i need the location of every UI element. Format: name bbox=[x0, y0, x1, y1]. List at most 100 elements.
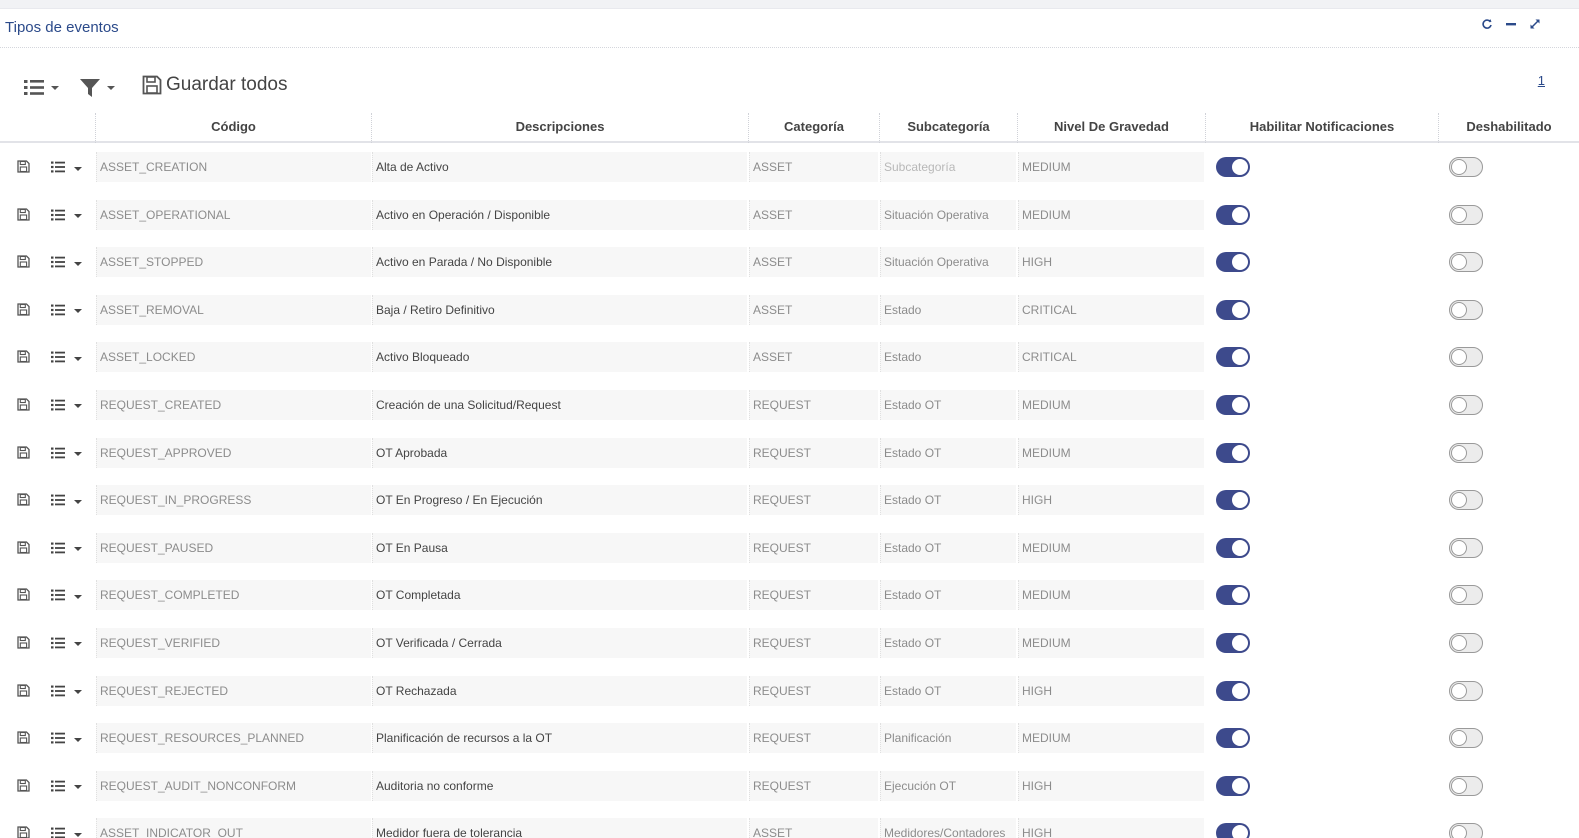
cell-description[interactable]: Activo Bloqueado bbox=[372, 342, 747, 373]
cell-severity[interactable]: HIGH bbox=[1018, 485, 1204, 516]
row-actions-menu[interactable] bbox=[51, 161, 82, 173]
expand-icon[interactable] bbox=[1529, 18, 1541, 32]
refresh-icon[interactable] bbox=[1481, 18, 1493, 32]
row-save-icon[interactable] bbox=[17, 398, 30, 416]
notifications-toggle[interactable] bbox=[1216, 394, 1250, 415]
cell-description[interactable]: Alta de Activo bbox=[372, 152, 747, 182]
cell-code[interactable]: REQUEST_REJECTED bbox=[96, 675, 371, 706]
notifications-toggle[interactable] bbox=[1216, 442, 1250, 463]
columns-menu-button[interactable] bbox=[24, 79, 59, 96]
row-actions-menu[interactable] bbox=[51, 637, 82, 649]
cell-code[interactable]: REQUEST_COMPLETED bbox=[96, 580, 371, 611]
page-link[interactable]: 1 bbox=[1538, 73, 1545, 88]
cell-subcategory[interactable]: Estado OT bbox=[880, 485, 1016, 516]
row-actions-menu[interactable] bbox=[51, 685, 82, 697]
disabled-toggle[interactable] bbox=[1449, 632, 1483, 653]
row-actions-menu[interactable] bbox=[51, 732, 82, 744]
notifications-toggle[interactable] bbox=[1216, 252, 1250, 273]
cell-severity[interactable]: MEDIUM bbox=[1018, 723, 1204, 754]
cell-subcategory[interactable]: Estado OT bbox=[880, 627, 1016, 658]
cell-severity[interactable]: MEDIUM bbox=[1018, 199, 1204, 230]
cell-subcategory[interactable]: Estado OT bbox=[880, 389, 1016, 420]
cell-category[interactable]: REQUEST bbox=[749, 532, 878, 563]
cell-subcategory[interactable]: Estado OT bbox=[880, 437, 1016, 468]
cell-code[interactable]: REQUEST_APPROVED bbox=[96, 437, 371, 468]
cell-severity[interactable]: MEDIUM bbox=[1018, 152, 1204, 182]
cell-description[interactable]: OT En Progreso / En Ejecución bbox=[372, 485, 747, 516]
cell-category[interactable]: REQUEST bbox=[749, 770, 878, 801]
cell-subcategory[interactable]: Situación Operativa bbox=[880, 199, 1016, 230]
cell-severity[interactable]: MEDIUM bbox=[1018, 532, 1204, 563]
cell-code[interactable]: ASSET_INDICATOR_OUT bbox=[96, 818, 371, 838]
cell-code[interactable]: ASSET_CREATION bbox=[96, 152, 371, 182]
disabled-toggle[interactable] bbox=[1449, 490, 1483, 511]
row-actions-menu[interactable] bbox=[51, 494, 82, 506]
disabled-toggle[interactable] bbox=[1449, 823, 1483, 838]
disabled-toggle[interactable] bbox=[1449, 252, 1483, 273]
cell-subcategory[interactable]: Estado OT bbox=[880, 532, 1016, 563]
cell-category[interactable]: REQUEST bbox=[749, 437, 878, 468]
disabled-toggle[interactable] bbox=[1449, 442, 1483, 463]
column-header-category[interactable]: Categoría bbox=[748, 113, 879, 143]
disabled-toggle[interactable] bbox=[1449, 775, 1483, 796]
row-actions-menu[interactable] bbox=[51, 780, 82, 792]
cell-category[interactable]: ASSET bbox=[749, 818, 878, 838]
cell-category[interactable]: ASSET bbox=[749, 152, 878, 182]
notifications-toggle[interactable] bbox=[1216, 632, 1250, 653]
row-save-icon[interactable] bbox=[17, 255, 30, 273]
cell-category[interactable]: REQUEST bbox=[749, 485, 878, 516]
notifications-toggle[interactable] bbox=[1216, 204, 1250, 225]
cell-description[interactable]: Planificación de recursos a la OT bbox=[372, 723, 747, 754]
cell-code[interactable]: REQUEST_PAUSED bbox=[96, 532, 371, 563]
cell-code[interactable]: REQUEST_RESOURCES_PLANNED bbox=[96, 723, 371, 754]
cell-code[interactable]: ASSET_OPERATIONAL bbox=[96, 199, 371, 230]
disabled-toggle[interactable] bbox=[1449, 347, 1483, 368]
disabled-toggle[interactable] bbox=[1449, 394, 1483, 415]
cell-severity[interactable]: MEDIUM bbox=[1018, 580, 1204, 611]
cell-category[interactable]: REQUEST bbox=[749, 627, 878, 658]
disabled-toggle[interactable] bbox=[1449, 537, 1483, 558]
row-actions-menu[interactable] bbox=[51, 447, 82, 459]
row-actions-menu[interactable] bbox=[51, 304, 82, 316]
column-header-notifications[interactable]: Habilitar Notificaciones bbox=[1205, 113, 1438, 143]
cell-severity[interactable]: CRITICAL bbox=[1018, 294, 1204, 325]
cell-category[interactable]: ASSET bbox=[749, 247, 878, 278]
cell-description[interactable]: OT En Pausa bbox=[372, 532, 747, 563]
disabled-toggle[interactable] bbox=[1449, 680, 1483, 701]
row-actions-menu[interactable] bbox=[51, 589, 82, 601]
cell-subcategory[interactable]: Estado OT bbox=[880, 580, 1016, 611]
cell-description[interactable]: Creación de una Solicitud/Request bbox=[372, 389, 747, 420]
save-all-button[interactable]: Guardar todos bbox=[142, 74, 287, 96]
filter-menu-button[interactable] bbox=[80, 78, 115, 98]
cell-description[interactable]: Baja / Retiro Definitivo bbox=[372, 294, 747, 325]
notifications-toggle[interactable] bbox=[1216, 728, 1250, 749]
cell-description[interactable]: Auditoria no conforme bbox=[372, 770, 747, 801]
cell-severity[interactable]: CRITICAL bbox=[1018, 342, 1204, 373]
row-save-icon[interactable] bbox=[17, 731, 30, 749]
cell-severity[interactable]: HIGH bbox=[1018, 675, 1204, 706]
disabled-toggle[interactable] bbox=[1449, 204, 1483, 225]
disabled-toggle[interactable] bbox=[1449, 157, 1483, 177]
cell-subcategory[interactable]: Planificación bbox=[880, 723, 1016, 754]
cell-code[interactable]: REQUEST_CREATED bbox=[96, 389, 371, 420]
notifications-toggle[interactable] bbox=[1216, 775, 1250, 796]
cell-subcategory[interactable]: Subcategoría bbox=[880, 152, 1016, 182]
cell-category[interactable]: ASSET bbox=[749, 199, 878, 230]
row-save-icon[interactable] bbox=[17, 826, 30, 838]
notifications-toggle[interactable] bbox=[1216, 157, 1250, 177]
cell-subcategory[interactable]: Medidores/Contadores bbox=[880, 818, 1016, 838]
cell-description[interactable]: OT Aprobada bbox=[372, 437, 747, 468]
cell-code[interactable]: ASSET_LOCKED bbox=[96, 342, 371, 373]
column-header-subcategory[interactable]: Subcategoría bbox=[879, 113, 1017, 143]
row-save-icon[interactable] bbox=[17, 588, 30, 606]
row-save-icon[interactable] bbox=[17, 683, 30, 702]
column-header-code[interactable]: Código bbox=[95, 113, 371, 143]
notifications-toggle[interactable] bbox=[1216, 680, 1250, 701]
cell-subcategory[interactable]: Estado bbox=[880, 294, 1016, 325]
disabled-toggle[interactable] bbox=[1449, 585, 1483, 606]
row-save-icon[interactable] bbox=[17, 636, 30, 654]
cell-severity[interactable]: HIGH bbox=[1018, 247, 1204, 278]
cell-severity[interactable]: MEDIUM bbox=[1018, 437, 1204, 468]
cell-category[interactable]: REQUEST bbox=[749, 723, 878, 754]
cell-description[interactable]: OT Verificada / Cerrada bbox=[372, 627, 747, 658]
